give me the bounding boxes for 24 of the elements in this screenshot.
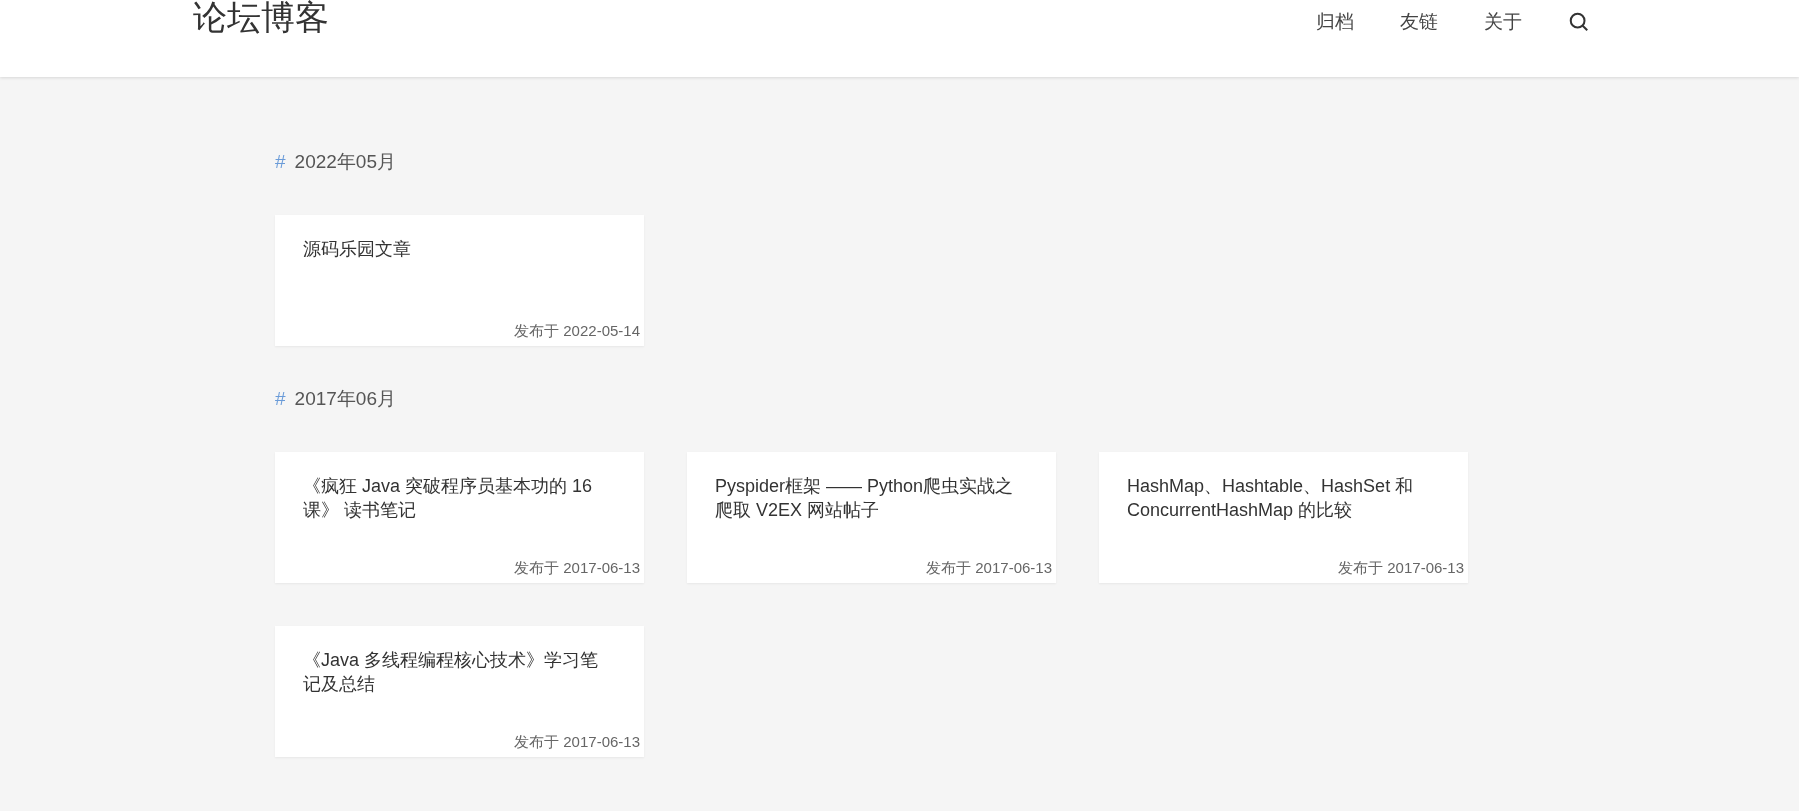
- hash-mark: #: [275, 386, 286, 411]
- post-title[interactable]: 《Java 多线程编程核心技术》学习笔记及总结: [303, 648, 616, 696]
- post-date: 发布于 2017-06-13: [514, 557, 640, 578]
- post-date: 发布于 2017-06-13: [1338, 557, 1464, 578]
- nav-link[interactable]: 归档: [1316, 8, 1354, 37]
- post-card[interactable]: Pyspider框架 —— Python爬虫实战之爬取 V2EX 网站帖子 发布于 2017-06-13: [687, 452, 1056, 583]
- post-card[interactable]: 源码乐园文章 发布于 2022-05-14: [275, 215, 644, 346]
- post-title[interactable]: HashMap、Hashtable、HashSet 和 ConcurrentHashMap 的比较: [1127, 474, 1440, 522]
- post-card[interactable]: 《疯狂 Java 突破程序员基本功的 16 课》 读书笔记 发布于 2017-06-13: [275, 452, 644, 583]
- nav-link[interactable]: 关于: [1484, 8, 1522, 37]
- post-date: 发布于 2022-05-14: [514, 320, 640, 341]
- month-heading: 2017年06月: [294, 386, 396, 411]
- post-card[interactable]: HashMap、Hashtable、HashSet 和 ConcurrentHashMap 的比较 发布于 2017-06-13: [1099, 452, 1468, 583]
- post-title[interactable]: 《疯狂 Java 突破程序员基本功的 16 课》 读书笔记: [303, 474, 616, 522]
- post-date: 发布于 2017-06-13: [926, 557, 1052, 578]
- post-card[interactable]: 《Java 多线程编程核心技术》学习笔记及总结 发布于 2017-06-13: [275, 626, 644, 757]
- search-icon[interactable]: [1568, 11, 1590, 34]
- month-heading: 2022年05月: [294, 149, 396, 174]
- post-date: 发布于 2017-06-13: [514, 731, 640, 752]
- post-title[interactable]: 源码乐园文章: [303, 237, 616, 261]
- hash-mark: #: [275, 149, 286, 174]
- nav-link[interactable]: 友链: [1400, 8, 1438, 37]
- site-title[interactable]: 论坛博客: [193, 0, 329, 34]
- post-title[interactable]: Pyspider框架 —— Python爬虫实战之爬取 V2EX 网站帖子: [715, 474, 1028, 522]
